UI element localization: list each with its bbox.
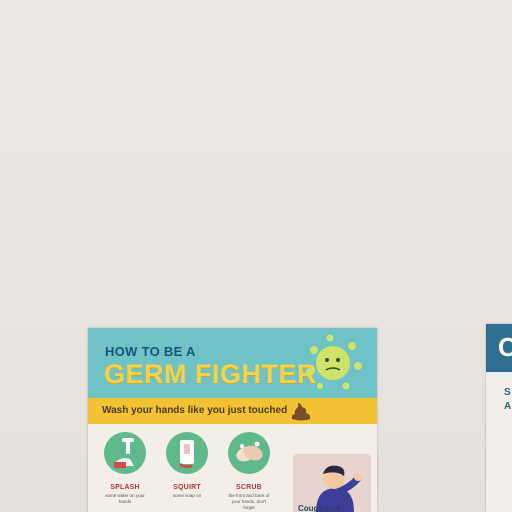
step-label-squirt: SQUIRT [173,484,201,491]
poster-title-small: HOW TO BE A [105,344,196,359]
second-poster-band [486,372,512,378]
poster-title-big: GERM FIGHTER [104,359,317,389]
poster-strip: Wash your hands like you just touched [88,398,377,424]
germ-fighter-poster: HOW TO BE A GERM FIGHTER Wash your hands… [88,328,377,512]
step-desc-squirt: some soap on [172,493,202,498]
step-scrub: SCRUB the front and back of your hands, … [226,432,272,511]
germ-mascot-icon [306,334,362,390]
second-poster-text: S A [504,386,511,414]
splash-icon [104,432,146,474]
second-poster-letter: C [498,332,512,362]
cough-card: Cough and [293,454,371,512]
poster-header: HOW TO BE A GERM FIGHTER [88,328,377,398]
step-desc-splash: some water on your hands [105,493,145,504]
poo-icon [291,403,311,421]
strip-text: Wash your hands like you just touched [102,405,288,416]
second-poster-line-2: A [504,401,512,412]
step-desc-scrub: the front and back of your hands, don't … [228,493,270,510]
second-poster-header: C [486,324,512,374]
cough-text: Cough and [298,504,340,512]
step-label-splash: SPLASH [110,484,140,491]
second-poster-line-1: S [504,387,511,398]
step-label-scrub: SCRUB [236,484,262,491]
scrub-hands-icon [228,432,270,474]
soap-dispenser-icon [166,432,208,474]
step-squirt: SQUIRT some soap on [164,432,210,499]
second-poster: C S A [486,324,512,512]
step-splash: SPLASH some water on your hands [102,432,148,505]
